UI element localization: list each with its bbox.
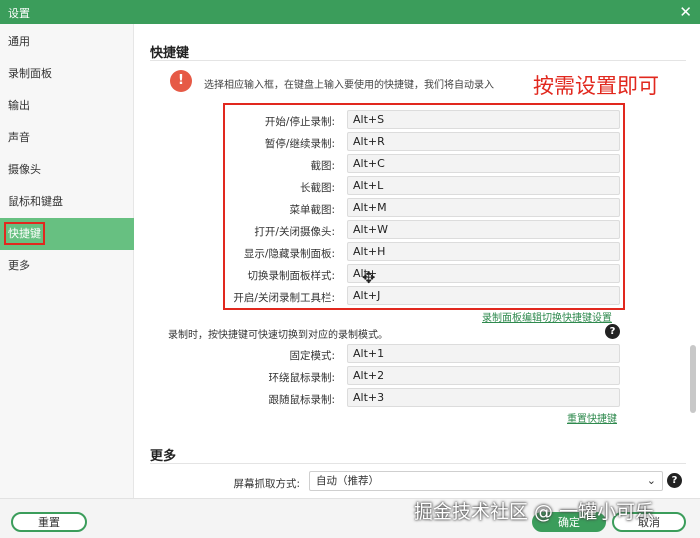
sidebar-item-label: 快捷键 [4, 222, 45, 245]
section-title-more: 更多 [150, 449, 177, 464]
hotkey-label: 切换录制面板样式: [247, 270, 335, 282]
hotkey-input-long-screenshot[interactable]: Alt+L [347, 176, 620, 195]
mode-label: 跟随鼠标录制: [268, 394, 335, 406]
hotkey-input-pause-resume[interactable]: Alt+R [347, 132, 620, 151]
hotkey-label: 菜单截图: [289, 204, 335, 216]
hotkey-input-start-stop[interactable]: Alt+S [347, 110, 620, 129]
divider [150, 463, 686, 464]
capture-method-label: 屏幕抓取方式: [233, 478, 300, 490]
question-icon[interactable]: ? [667, 473, 682, 488]
mode-input-surround[interactable]: Alt+2 [347, 366, 620, 385]
hotkey-input-camera[interactable]: Alt+W [347, 220, 620, 239]
mode-input-follow[interactable]: Alt+3 [347, 388, 620, 407]
window-title: 设置 [8, 7, 30, 20]
divider [150, 60, 686, 61]
sidebar-item-label: 输出 [8, 99, 30, 112]
sidebar-item-sound[interactable]: 声音 [0, 122, 134, 154]
sidebar-item-camera[interactable]: 摄像头 [0, 154, 134, 186]
sidebar-item-more[interactable]: 更多 [0, 250, 134, 282]
sidebar-item-record-panel[interactable]: 录制面板 [0, 58, 134, 90]
sidebar-item-label: 更多 [8, 259, 30, 272]
capture-method-value: 自动（推荐） [316, 475, 379, 487]
sidebar-item-label: 通用 [8, 35, 30, 48]
sidebar-item-mouse-keyboard[interactable]: 鼠标和键盘 [0, 186, 134, 218]
close-icon[interactable]: ✕ [679, 2, 692, 22]
sidebar-item-label: 声音 [8, 131, 30, 144]
hotkey-label: 显示/隐藏录制面板: [243, 248, 335, 260]
annotation-text: 按需设置即可 [533, 74, 659, 98]
hotkey-label: 截图: [310, 160, 335, 172]
hotkey-input-toolbar[interactable]: Alt+J [347, 286, 620, 305]
sidebar-item-general[interactable]: 通用 [0, 26, 134, 58]
sidebar-item-hotkeys[interactable]: 快捷键 [0, 218, 134, 250]
scrollbar-thumb[interactable] [690, 345, 696, 413]
move-cursor-icon: ✥ [362, 268, 376, 287]
mode-description: 录制时，按快捷键可快速切换到对应的录制模式。 [168, 330, 388, 341]
hotkey-hint: 选择相应输入框，在键盘上输入要使用的快捷键，我们将自动录入 [204, 80, 494, 91]
mode-label: 固定模式: [289, 350, 335, 362]
hotkey-input-screenshot[interactable]: Alt+C [347, 154, 620, 173]
sidebar-item-output[interactable]: 输出 [0, 90, 134, 122]
hotkey-input-panel-style[interactable]: Alt+ [347, 264, 620, 283]
mode-label: 环绕鼠标录制: [268, 372, 335, 384]
panel-hotkey-settings-link[interactable]: 录制面板编辑切换快捷键设置 [482, 309, 612, 324]
sidebar-item-label: 鼠标和键盘 [8, 195, 63, 208]
hotkey-input-panel-toggle[interactable]: Alt+H [347, 242, 620, 261]
watermark: 掘金技术社区 @ 一罐小可乐 [414, 501, 655, 523]
sidebar-item-label: 录制面板 [8, 67, 52, 80]
hotkey-label: 开始/停止录制: [264, 116, 335, 128]
hotkey-label: 开启/关闭录制工具栏: [233, 292, 335, 304]
hotkey-input-menu-screenshot[interactable]: Alt+M [347, 198, 620, 217]
hotkey-label: 打开/关闭摄像头: [254, 226, 335, 238]
mode-input-fixed[interactable]: Alt+1 [347, 344, 620, 363]
sidebar-item-label: 摄像头 [8, 163, 41, 176]
sidebar: 通用 录制面板 输出 声音 摄像头 鼠标和键盘 快捷键 更多 [0, 24, 134, 498]
title-bar: 设置 ✕ [0, 0, 700, 24]
section-title-hotkeys: 快捷键 [150, 46, 190, 61]
reset-hotkeys-link[interactable]: 重置快捷键 [567, 410, 617, 425]
reset-button[interactable]: 重置 [11, 512, 87, 532]
question-icon[interactable]: ? [605, 324, 620, 339]
capture-method-select[interactable]: 自动（推荐） ⌄ [309, 471, 663, 491]
hotkey-label: 暂停/继续录制: [264, 138, 335, 150]
chevron-down-icon: ⌄ [646, 474, 656, 487]
exclamation-icon: ! [170, 70, 192, 92]
hotkey-label: 长截图: [299, 182, 335, 194]
